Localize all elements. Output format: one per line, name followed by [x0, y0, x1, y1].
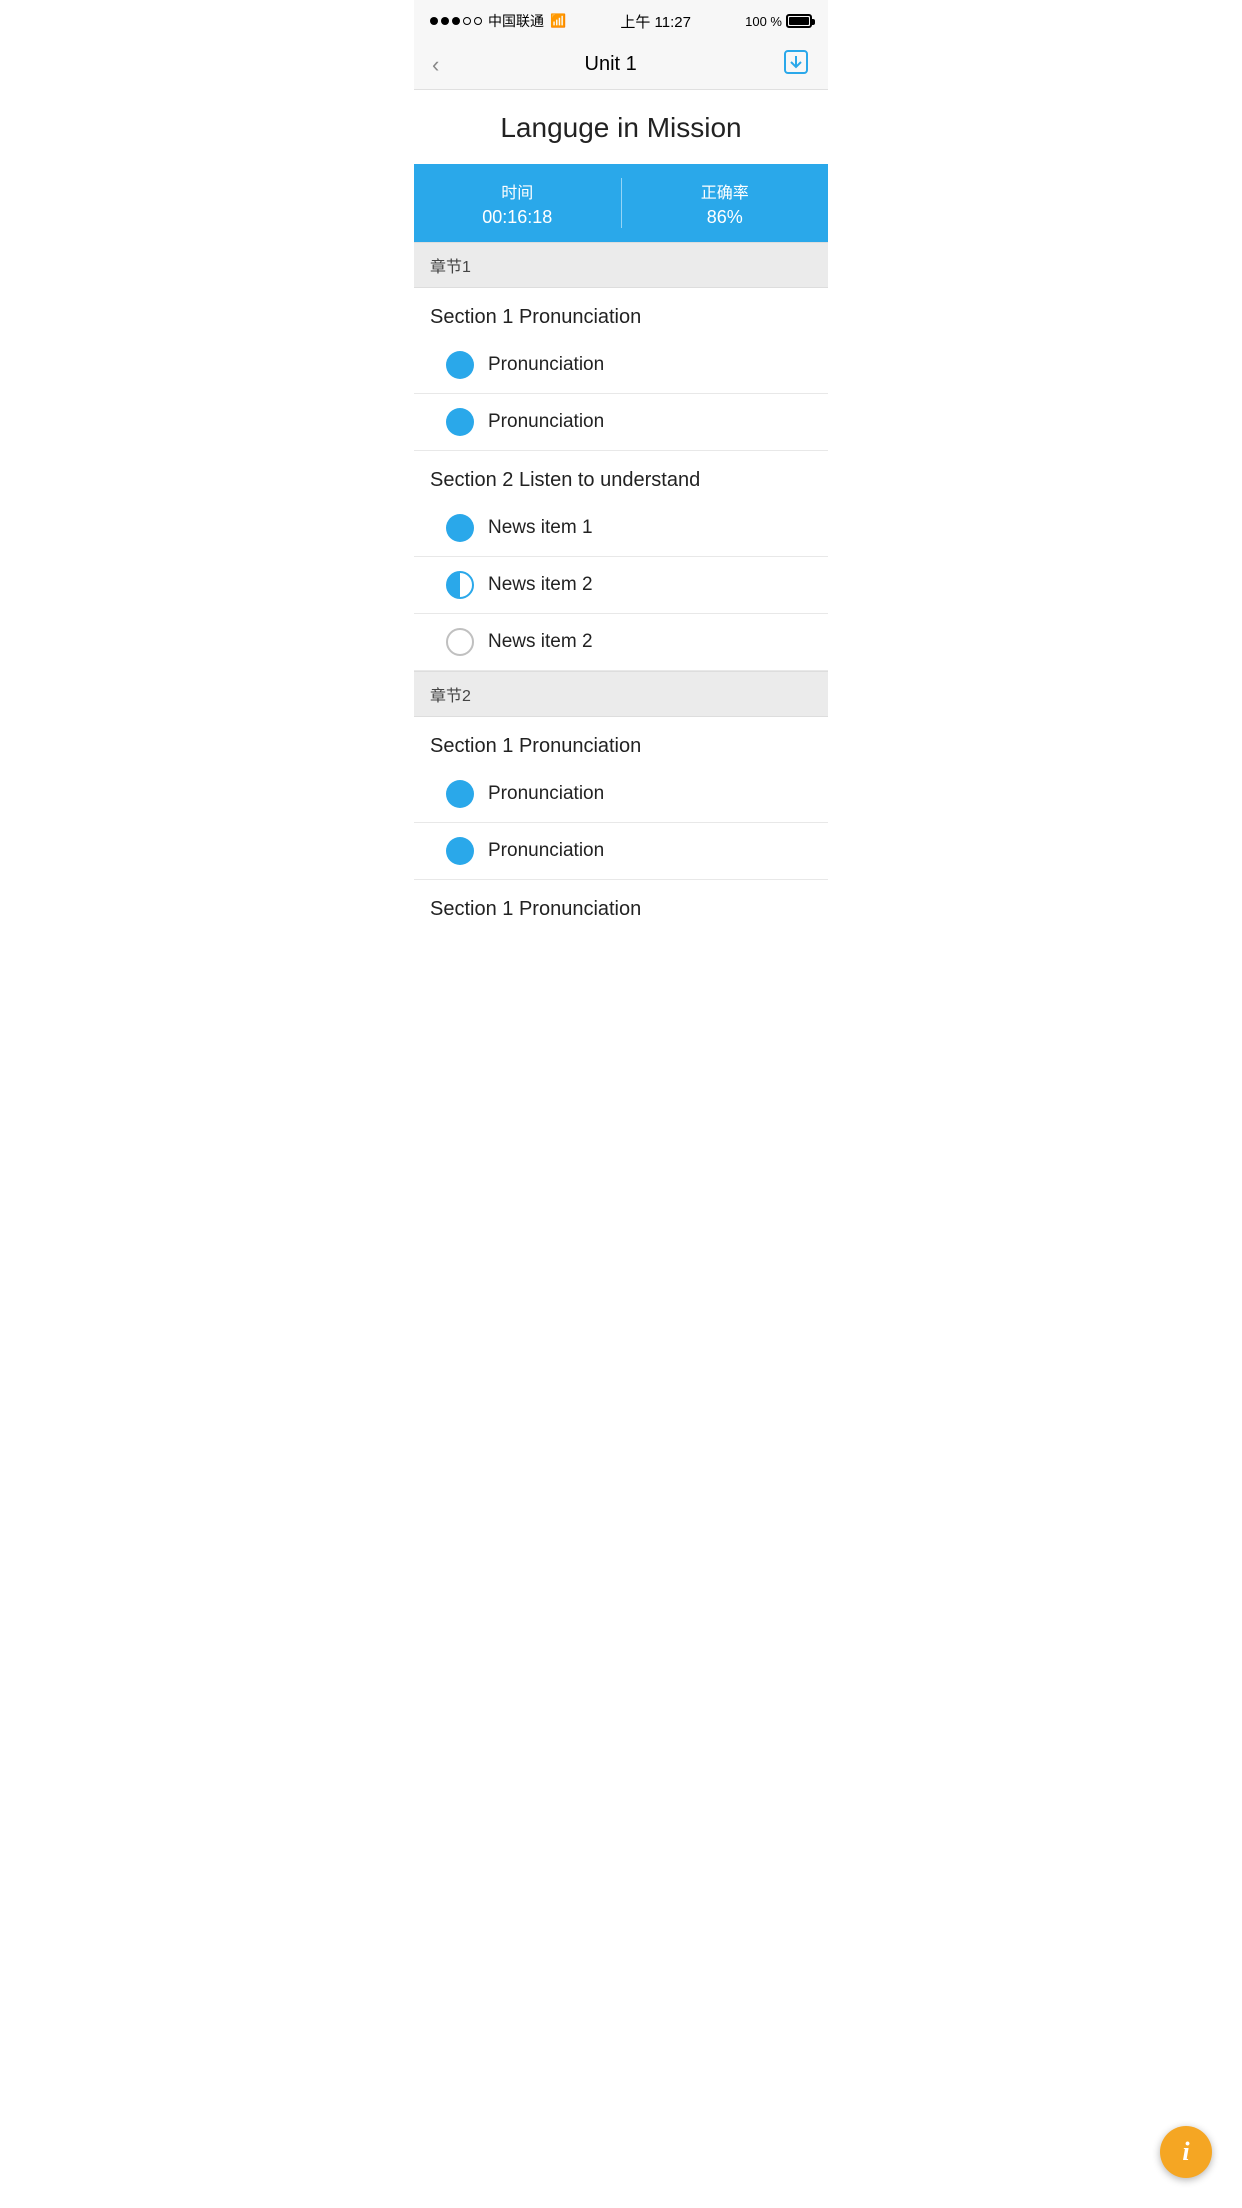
item-label: Pronunciation [488, 783, 604, 805]
stats-bar: 时间 00:16:18 正确率 86% [414, 164, 828, 242]
battery-icon [786, 14, 812, 28]
list-item[interactable]: Pronunciation [414, 337, 828, 394]
item-icon-empty [446, 628, 474, 656]
page-title: Languge in Mission [414, 90, 828, 164]
accuracy-value: 86% [622, 207, 829, 228]
item-icon-full [446, 514, 474, 542]
item-icon-half [446, 571, 474, 599]
time-label: 时间 [414, 179, 621, 203]
info-fab-button[interactable]: i [1160, 2126, 1212, 2178]
item-label: Pronunciation [488, 411, 604, 433]
dot-5 [474, 17, 482, 25]
list-item[interactable]: Pronunciation [414, 823, 828, 880]
dot-1 [430, 17, 438, 25]
stat-time: 时间 00:16:18 [414, 179, 621, 228]
wifi-icon: 📶 [550, 13, 566, 29]
chapter-header-chapter2: 章节2 [414, 671, 828, 717]
item-label: News item 1 [488, 517, 593, 539]
status-bar: 中国联通 📶 上午 11:27 100 % [414, 0, 828, 40]
item-icon-full [446, 780, 474, 808]
stat-accuracy: 正确率 86% [622, 179, 829, 228]
section-title-section1: Section 1 Pronunciation [414, 288, 828, 337]
dot-3 [452, 17, 460, 25]
section-title-section3: Section 1 Pronunciation [414, 717, 828, 766]
back-button[interactable]: ‹ [432, 54, 439, 76]
item-icon-full [446, 408, 474, 436]
accuracy-label: 正确率 [622, 179, 829, 203]
list-item[interactable]: News item 1 [414, 500, 828, 557]
nav-bar: ‹ Unit 1 [414, 40, 828, 90]
carrier-label: 中国联通 [488, 11, 544, 31]
item-label: Pronunciation [488, 840, 604, 862]
item-label: News item 2 [488, 631, 593, 653]
section-title-section4: Section 1 Pronunciation [414, 880, 828, 929]
list-item[interactable]: News item 2 [414, 614, 828, 671]
list-item[interactable]: Pronunciation [414, 766, 828, 823]
item-label: Pronunciation [488, 354, 604, 376]
dot-2 [441, 17, 449, 25]
chapter-header-chapter1: 章节1 [414, 242, 828, 288]
nav-title: Unit 1 [585, 53, 637, 76]
list-item[interactable]: Pronunciation [414, 394, 828, 451]
download-button[interactable] [782, 48, 810, 81]
list-item[interactable]: News item 2 [414, 557, 828, 614]
status-right: 100 % [745, 14, 812, 29]
status-left: 中国联通 📶 [430, 11, 566, 31]
item-icon-full [446, 351, 474, 379]
item-icon-full [446, 837, 474, 865]
content-scroll: 章节1Section 1 PronunciationPronunciationP… [414, 242, 828, 929]
battery-percent: 100 % [745, 14, 782, 29]
status-time: 上午 11:27 [620, 11, 691, 32]
section-title-section2: Section 2 Listen to understand [414, 451, 828, 500]
time-value: 00:16:18 [414, 207, 621, 228]
item-label: News item 2 [488, 574, 593, 596]
signal-dots [430, 17, 482, 25]
dot-4 [463, 17, 471, 25]
